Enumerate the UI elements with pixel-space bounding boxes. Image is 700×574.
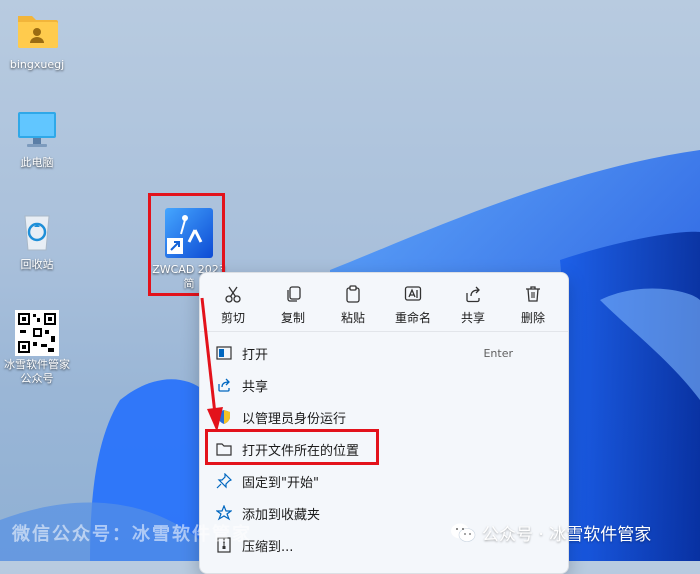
rename-label: 重命名: [394, 311, 431, 325]
share-button[interactable]: 共享: [443, 273, 503, 331]
recycle-bin-icon: [15, 210, 59, 254]
qrcode-icon: [15, 310, 59, 356]
rename-button[interactable]: 重命名: [383, 273, 443, 331]
delete-icon: [526, 286, 540, 302]
desktop-icon-label: 冰雪软件管家公众号: [4, 358, 70, 385]
red-arrow-icon: [200, 297, 223, 432]
desktop-icon-label: 回收站: [20, 258, 54, 271]
menu-item-pin-to-start[interactable]: 固定到"开始": [200, 465, 568, 497]
menu-item-label: 共享: [242, 379, 269, 395]
watermark-left: 微信公众号：冰雪软件管家: [12, 524, 252, 545]
desktop-icon-qrcode[interactable]: 冰雪软件管家公众号: [1, 310, 73, 386]
share-label: 共享: [460, 311, 485, 325]
watermark-right-text: 公众号 · 冰雪软件管家: [482, 525, 652, 545]
folder-user-icon: [15, 10, 59, 54]
menu-item-shortcut: Enter: [483, 346, 513, 360]
desktop-icon-recycle-bin[interactable]: 回收站: [1, 210, 73, 272]
context-menu-action-bar: 剪切 复制 粘贴 重命名 共享 删除: [200, 273, 568, 332]
menu-item-label: 固定到"开始": [242, 475, 319, 491]
delete-label: 删除: [520, 311, 545, 325]
copy-button[interactable]: 复制: [263, 273, 323, 331]
desktop-icon-user-folder[interactable]: bingxuegj: [1, 10, 73, 72]
paste-label: 粘贴: [340, 311, 365, 325]
monitor-icon: [15, 108, 59, 152]
menu-item-open[interactable]: 打开 Enter: [200, 337, 568, 369]
pin-icon: [215, 472, 233, 490]
menu-item-share[interactable]: 共享: [200, 369, 568, 401]
copy-icon: [287, 286, 301, 302]
desktop-icon-label: 此电脑: [20, 156, 54, 169]
watermark-right: 公众号 · 冰雪软件管家: [450, 520, 651, 545]
delete-button[interactable]: 删除: [503, 273, 563, 331]
highlight-box-open-location: [205, 429, 379, 465]
paste-button[interactable]: 粘贴: [323, 273, 383, 331]
menu-item-label: 以管理员身份运行: [242, 411, 347, 427]
copy-label: 复制: [280, 311, 305, 325]
share-icon: [466, 286, 480, 303]
desktop-icon-label: bingxuegj: [9, 58, 65, 71]
paste-icon: [346, 285, 360, 303]
menu-item-label: 添加到收藏夹: [242, 507, 321, 523]
menu-item-label: 打开: [242, 347, 269, 363]
rename-icon: [404, 286, 422, 301]
wechat-icon: [451, 523, 476, 542]
desktop-icon-this-pc[interactable]: 此电脑: [1, 108, 73, 170]
